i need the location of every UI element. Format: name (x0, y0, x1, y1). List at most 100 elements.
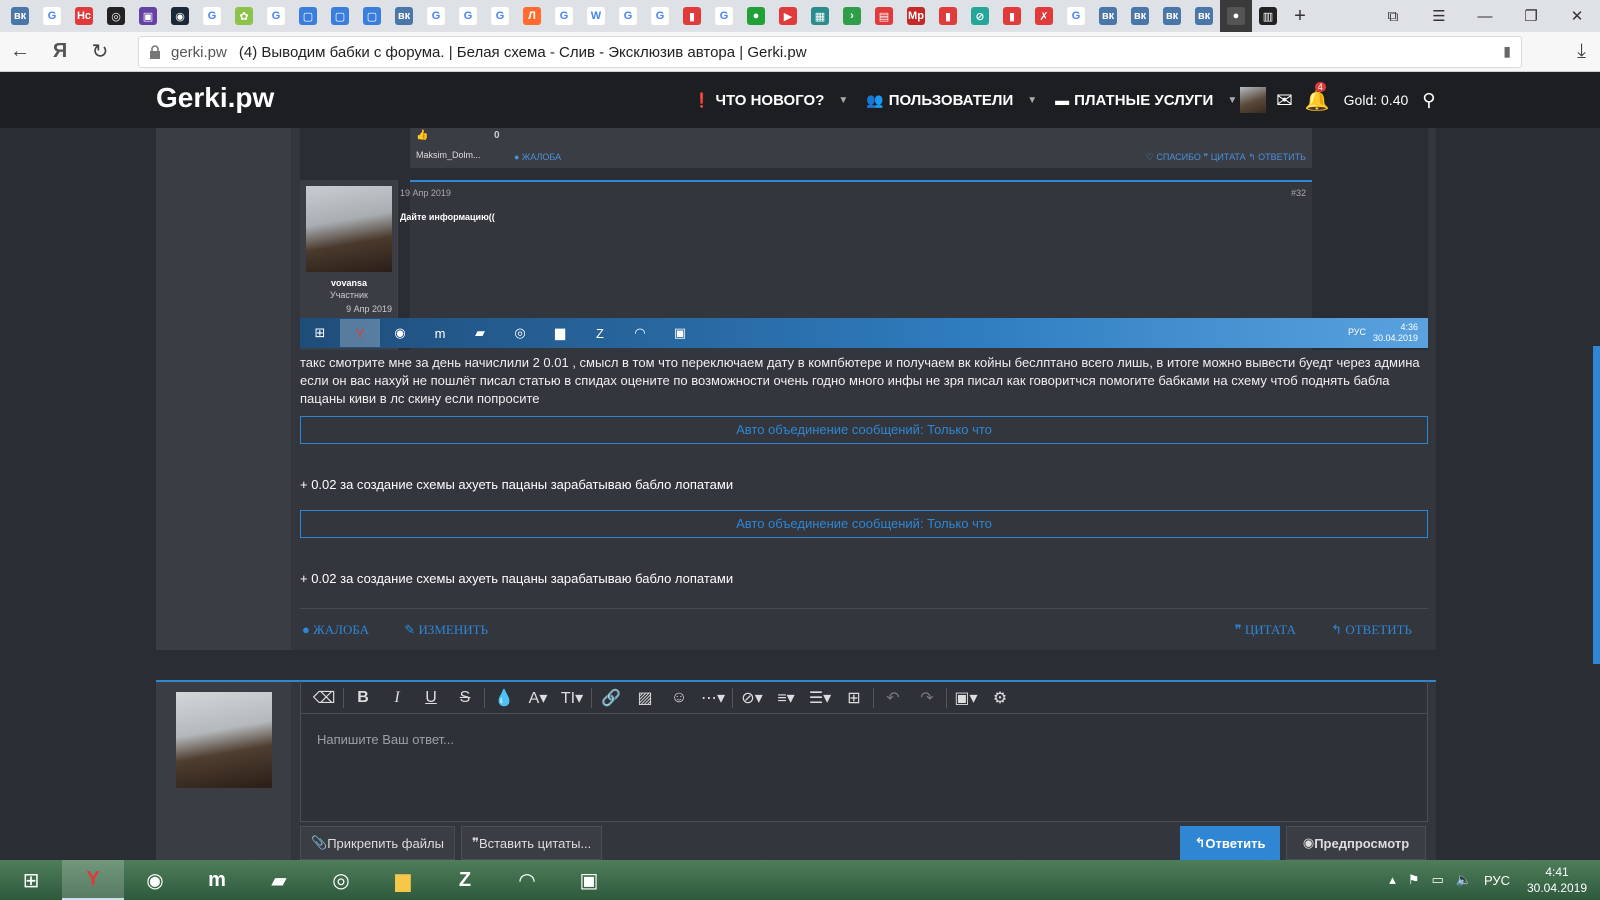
align-icon[interactable]: ≡▾ (769, 683, 803, 713)
browser-tab[interactable]: ▢ (356, 0, 388, 32)
minimize-button[interactable]: — (1462, 0, 1508, 32)
list-icon[interactable]: ☰▾ (803, 683, 837, 713)
yandex-browser-icon[interactable]: Y (62, 860, 124, 900)
browser-tab[interactable]: › (836, 0, 868, 32)
menu-icon[interactable]: ☰ (1416, 0, 1462, 32)
redo-icon[interactable]: ↷ (910, 683, 944, 713)
wifi-app-icon[interactable]: ◠ (496, 860, 558, 900)
browser-tab[interactable]: ⊘ (964, 0, 996, 32)
folder-icon[interactable]: ▆ (372, 860, 434, 900)
link-icon[interactable]: 🔗 (594, 683, 628, 713)
language-indicator[interactable]: РУС (1484, 873, 1510, 888)
browser-tab[interactable]: ▢ (324, 0, 356, 32)
browser-tab[interactable]: ◉ (164, 0, 196, 32)
reload-icon[interactable]: ↻ (80, 32, 120, 72)
nav-paid-services[interactable]: ▬ ПЛАТНЫЕ УСЛУГИ ▼ (1055, 92, 1237, 109)
nav-whats-new[interactable]: ❗ ЧТО НОВОГО? ▼ (693, 92, 848, 109)
submit-reply-button[interactable]: ↰ Ответить (1180, 826, 1280, 860)
strikethrough-icon[interactable]: S (448, 683, 482, 713)
more-icon[interactable]: ⋯▾ (696, 683, 730, 713)
restore-button[interactable]: ❐ (1508, 0, 1554, 32)
bookmark-icon[interactable]: ▮ (1503, 43, 1511, 60)
smiley-icon[interactable]: ☺ (662, 683, 696, 713)
font-size-icon[interactable]: TI▾ (555, 683, 589, 713)
browser-tab[interactable]: ▢ (292, 0, 324, 32)
browser-tab[interactable]: G (420, 0, 452, 32)
browser-tab[interactable]: G (484, 0, 516, 32)
browser-tab[interactable]: ▮ (996, 0, 1028, 32)
maxthon-icon[interactable]: m (186, 860, 248, 900)
save-draft-icon[interactable]: ▣▾ (949, 683, 983, 713)
browser-tab[interactable]: ▶ (772, 0, 804, 32)
browser-tab[interactable]: ● (1220, 0, 1252, 32)
chevron-down-icon[interactable]: ▼ (1027, 95, 1037, 106)
browser-tab[interactable]: вк (1188, 0, 1220, 32)
edit-link[interactable]: ✎ ИЗМЕНИТЬ (404, 622, 504, 637)
yandex-icon[interactable]: Я (40, 32, 80, 72)
browser-tab[interactable]: вк (1156, 0, 1188, 32)
tray-flag-icon[interactable]: ⚑ (1408, 872, 1420, 888)
image-icon[interactable]: ▨ (628, 683, 662, 713)
italic-icon[interactable]: I (380, 683, 414, 713)
eraser-icon[interactable]: ⌫ (307, 683, 341, 713)
collections-icon[interactable]: ⧉ (1370, 0, 1416, 32)
browser-tab[interactable]: вк (4, 0, 36, 32)
page-scrollbar[interactable] (1593, 346, 1600, 664)
browser-tab[interactable]: ● (740, 0, 772, 32)
browser-tab[interactable]: Л (516, 0, 548, 32)
download-icon[interactable]: ⤓ (1577, 40, 1586, 63)
quote-link[interactable]: ❞ ЦИТАТА (1235, 622, 1312, 637)
browser-tab[interactable]: Mp (900, 0, 932, 32)
browser-tab[interactable]: ▮ (676, 0, 708, 32)
browser-tab[interactable]: ✿ (228, 0, 260, 32)
browser-tab[interactable]: ✗ (1028, 0, 1060, 32)
url-field[interactable]: gerki.pw (4) Выводим бабки с форума. | Б… (138, 36, 1522, 68)
attach-files-button[interactable]: 📎 Прикрепить файлы (300, 826, 455, 860)
taskbar-clock[interactable]: 4:41 30.04.2019 (1522, 864, 1592, 896)
underline-icon[interactable]: U (414, 683, 448, 713)
browser-tab[interactable]: G (548, 0, 580, 32)
undo-icon[interactable]: ↶ (876, 683, 910, 713)
hide-icon[interactable]: ⊘▾ (735, 683, 769, 713)
chrome-icon[interactable]: ◉ (124, 860, 186, 900)
mail-icon[interactable]: ✉ (1276, 88, 1293, 113)
browser-tab[interactable]: G (452, 0, 484, 32)
browser-tab[interactable]: вк (388, 0, 420, 32)
user-avatar[interactable] (1240, 87, 1266, 113)
search-icon[interactable]: ⚲ (1422, 90, 1435, 111)
browser-tab[interactable]: G (612, 0, 644, 32)
browser-tab[interactable]: G (644, 0, 676, 32)
insert-quotes-button[interactable]: ❞ Вставить цитаты... (460, 826, 603, 860)
browser-tab[interactable]: G (1060, 0, 1092, 32)
close-button[interactable]: ✕ (1554, 0, 1600, 32)
bell-icon[interactable]: 🔔 4 (1305, 81, 1330, 113)
browser-tab[interactable]: ▣ (132, 0, 164, 32)
chevron-down-icon[interactable]: ▼ (1227, 95, 1237, 106)
browser-tab[interactable]: ◎ (100, 0, 132, 32)
browser-tab[interactable]: ▤ (868, 0, 900, 32)
gold-balance[interactable]: Gold: 0.40 (1344, 92, 1409, 108)
network-icon[interactable]: ▭ (1431, 872, 1443, 888)
browser-tab[interactable]: ▥ (1252, 0, 1284, 32)
reply-link[interactable]: ↰ ОТВЕТИТЬ (1331, 622, 1428, 637)
preview-button[interactable]: ◉ Предпросмотр (1286, 826, 1426, 860)
windows-start-icon[interactable]: ⊞ (0, 860, 62, 900)
app-z-icon[interactable]: Z (434, 860, 496, 900)
browser-tab[interactable]: вк (1124, 0, 1156, 32)
steam-icon[interactable]: ◎ (310, 860, 372, 900)
browser-tab[interactable]: Hc (68, 0, 100, 32)
paint-icon[interactable]: ▣ (558, 860, 620, 900)
back-icon[interactable]: ← (0, 32, 40, 72)
new-tab-button[interactable]: + (1284, 0, 1316, 32)
report-link[interactable]: ● ЖАЛОБА (302, 622, 385, 637)
volume-icon[interactable]: 🔈 (1456, 872, 1472, 888)
nav-users[interactable]: 👥 ПОЛЬЗОВАТЕЛИ ▼ (866, 92, 1037, 109)
reply-placeholder[interactable]: Напишите Ваш ответ... (317, 732, 454, 747)
browser-tab[interactable]: ▮ (932, 0, 964, 32)
font-icon[interactable]: A▾ (521, 683, 555, 713)
browser-tab[interactable]: G (260, 0, 292, 32)
color-icon[interactable]: 💧 (487, 683, 521, 713)
chevron-down-icon[interactable]: ▼ (838, 95, 848, 106)
browser-tab[interactable]: G (708, 0, 740, 32)
table-icon[interactable]: ⊞ (837, 683, 871, 713)
